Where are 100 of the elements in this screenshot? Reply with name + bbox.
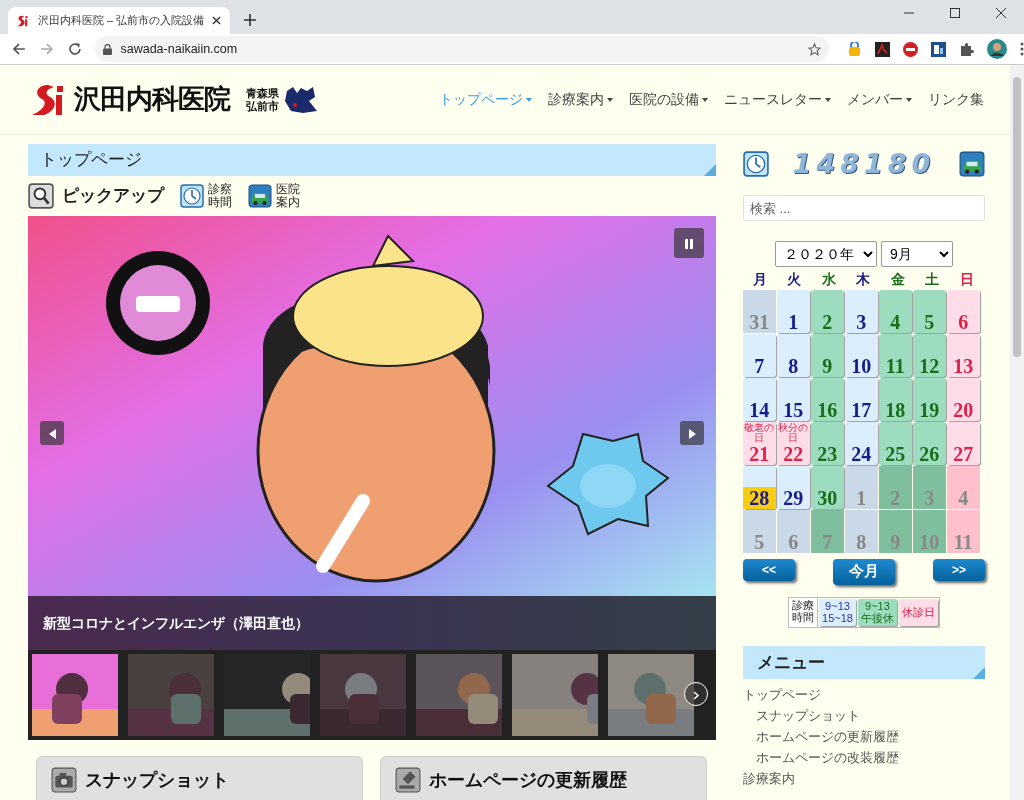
- calendar-day[interactable]: 29: [777, 466, 810, 509]
- nav-link[interactable]: メンバー: [839, 89, 920, 110]
- calendar-day[interactable]: 14: [743, 378, 776, 421]
- clock-icon: [743, 151, 769, 177]
- calendar-day[interactable]: 19: [913, 378, 946, 421]
- menu-link[interactable]: トップページ: [743, 683, 985, 705]
- new-tab-icon[interactable]: [244, 14, 256, 26]
- day-number: 6: [787, 530, 800, 553]
- calendar-day[interactable]: 15: [777, 378, 810, 421]
- calendar-day[interactable]: 4: [879, 290, 912, 333]
- calendar-day[interactable]: 1: [845, 466, 878, 509]
- nav-link[interactable]: ニュースレター: [716, 89, 839, 110]
- calendar-day[interactable]: 10: [845, 334, 878, 377]
- calendar-day[interactable]: 7: [743, 334, 776, 377]
- calendar-day[interactable]: 3: [845, 290, 878, 333]
- day-number: 7: [753, 354, 766, 377]
- month-select[interactable]: 9月: [881, 241, 953, 267]
- puzzle-icon[interactable]: [958, 41, 974, 57]
- calendar-day[interactable]: 敬老の日 21: [743, 422, 776, 465]
- calendar-day[interactable]: 5: [913, 290, 946, 333]
- menu-link[interactable]: 診療案内: [743, 767, 985, 789]
- back-icon[interactable]: [12, 42, 26, 56]
- legend-item: 9~13 午後休: [857, 598, 897, 626]
- calendar-day[interactable]: 30: [811, 466, 844, 509]
- browser-tab[interactable]: 沢田内科医院 – 弘前市の入院設備: [8, 7, 230, 34]
- calendar-day[interactable]: 13: [947, 334, 980, 377]
- reload-icon[interactable]: [67, 42, 82, 56]
- tab-title: 沢田内科医院 – 弘前市の入院設備: [38, 13, 205, 29]
- holiday-label: 敬老の日: [744, 422, 775, 443]
- calendar-day[interactable]: 秋分の日 22: [777, 422, 810, 465]
- star-icon[interactable]: [807, 42, 821, 56]
- weekday-label: 金: [889, 270, 906, 289]
- nav-link[interactable]: 診療案内: [540, 89, 621, 110]
- calendar-day[interactable]: 4: [947, 466, 980, 509]
- avatar-icon[interactable]: [986, 39, 1007, 59]
- nav-link[interactable]: トップページ: [431, 89, 540, 110]
- calendar-day[interactable]: 12: [913, 334, 946, 377]
- quick-link[interactable]: 医院 案内: [248, 183, 300, 209]
- calendar-button[interactable]: >>: [933, 558, 985, 581]
- calendar-day[interactable]: 8: [845, 510, 878, 553]
- previous-button[interactable]: [40, 421, 64, 445]
- logo-text: 沢田内科医院: [74, 83, 230, 117]
- calendar-day[interactable]: 11: [879, 334, 912, 377]
- extension-icon[interactable]: [874, 41, 890, 57]
- calendar-day[interactable]: 2: [811, 290, 844, 333]
- calendar-day[interactable]: 6: [777, 510, 810, 553]
- calendar-button[interactable]: <<: [743, 558, 795, 581]
- next-button[interactable]: [680, 421, 704, 445]
- calendar-day[interactable]: 18: [879, 378, 912, 421]
- year-select[interactable]: ２０２０年: [775, 241, 877, 267]
- calendar-day[interactable]: 20: [947, 378, 980, 421]
- calendar-day[interactable]: 8: [777, 334, 810, 377]
- extension-icon[interactable]: [930, 41, 946, 57]
- calendar-day[interactable]: 16: [811, 378, 844, 421]
- calendar-button[interactable]: 今月: [833, 558, 895, 585]
- clock-icon: [180, 184, 204, 208]
- calendar-day[interactable]: 28: [743, 466, 776, 509]
- day-number: 4: [957, 486, 970, 509]
- next-button[interactable]: [684, 682, 708, 706]
- pause-icon: [685, 238, 693, 249]
- url-text: sawada-naikaiin.com: [120, 40, 238, 58]
- maximize-icon[interactable]: [950, 8, 960, 18]
- day-number: 13: [952, 354, 975, 377]
- calendar-day[interactable]: 5: [743, 510, 776, 553]
- close-icon[interactable]: [212, 16, 222, 25]
- calendar-day[interactable]: 17: [845, 378, 878, 421]
- day-number: 14: [748, 398, 771, 421]
- search-field[interactable]: 検索 ...: [743, 195, 985, 221]
- calendar-day[interactable]: 26: [913, 422, 946, 465]
- legend-item: 9~13 15~18: [819, 598, 856, 626]
- scrollbar[interactable]: [1010, 65, 1024, 800]
- lock-icon: [103, 43, 113, 55]
- calendar-day[interactable]: 27: [947, 422, 980, 465]
- menu-link[interactable]: ホームページの更新履歴: [743, 725, 985, 747]
- nav-link[interactable]: リンク集: [920, 89, 992, 110]
- address-bar[interactable]: sawada-naikaiin.com: [95, 36, 829, 62]
- left-arrow-icon: [48, 428, 56, 439]
- calendar-day[interactable]: 1: [777, 290, 810, 333]
- card-title: スナップショット: [85, 769, 229, 792]
- calendar-day[interactable]: 25: [879, 422, 912, 465]
- day-number: 16: [816, 398, 839, 421]
- quick-link[interactable]: ピックアップ: [28, 183, 164, 209]
- calendar-day[interactable]: 9: [811, 334, 844, 377]
- day-number: 1: [787, 310, 800, 333]
- quick-link[interactable]: 診察 時間: [180, 183, 232, 209]
- calendar-day[interactable]: 24: [845, 422, 878, 465]
- nav-link[interactable]: 医院の設備: [621, 89, 716, 110]
- close-icon[interactable]: [996, 8, 1006, 18]
- menu-link[interactable]: スナップショット: [743, 704, 985, 726]
- day-number: 17: [850, 398, 873, 421]
- day-number: 26: [918, 442, 941, 465]
- more-icon[interactable]: [1019, 42, 1024, 56]
- pause-button[interactable]: [674, 228, 704, 258]
- calendar-day[interactable]: 6: [947, 290, 980, 333]
- map-icon: [283, 84, 319, 115]
- calendar-day[interactable]: 31: [743, 290, 776, 333]
- calendar-day[interactable]: 11: [947, 510, 980, 553]
- calendar-day[interactable]: 23: [811, 422, 844, 465]
- menu-link[interactable]: ホームページの改装履歴: [743, 746, 985, 768]
- legend-label: 診療 時間: [789, 597, 819, 627]
